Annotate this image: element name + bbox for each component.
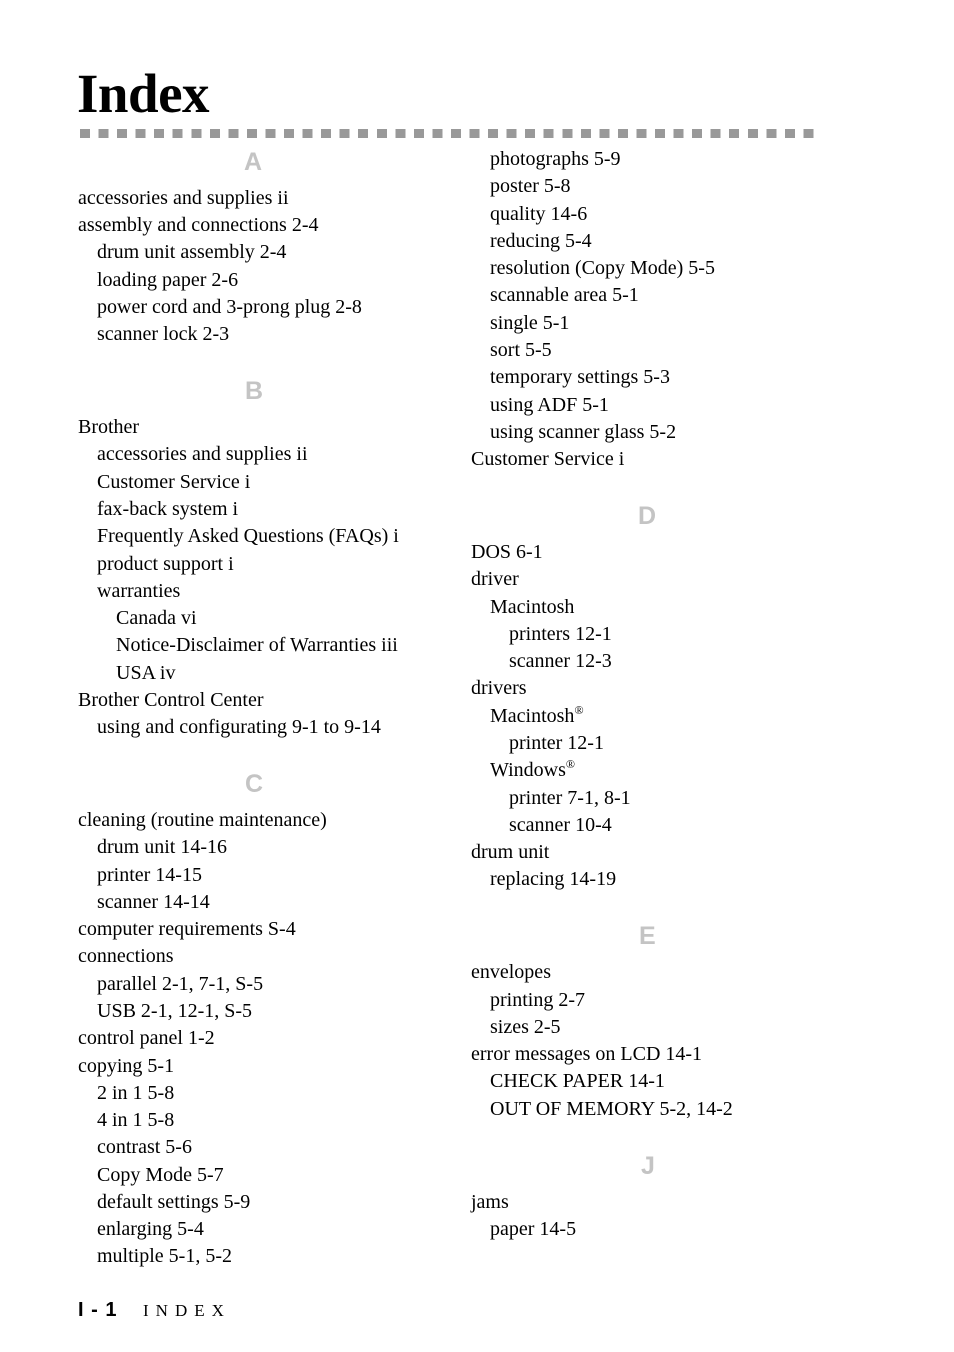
index-subsubentry: printer 7-1, 8-1 bbox=[509, 787, 631, 809]
section-letter-c: C bbox=[245, 770, 264, 798]
index-subentry: using ADF 5-1 bbox=[490, 394, 609, 416]
index-subentry: drum unit assembly 2-4 bbox=[97, 241, 287, 263]
index-subentry: Frequently Asked Questions (FAQs) i bbox=[97, 525, 399, 547]
page-number: I - 1 bbox=[78, 1299, 118, 1321]
index-subsubentry: scanner 12-3 bbox=[509, 650, 612, 672]
index-subentry: default settings 5-9 bbox=[97, 1191, 251, 1213]
index-subentry: temporary settings 5-3 bbox=[490, 366, 670, 388]
index-entry: Customer Service i bbox=[471, 448, 625, 470]
index-entry: Brother Control Center bbox=[78, 689, 264, 711]
index-subentry: using and configurating 9-1 to 9-14 bbox=[97, 716, 381, 738]
index-entry: control panel 1-2 bbox=[78, 1027, 215, 1049]
index-entry: error messages on LCD 14-1 bbox=[471, 1043, 703, 1065]
index-entry: DOS 6-1 bbox=[471, 541, 543, 563]
index-subentry: printer 14-15 bbox=[97, 864, 202, 886]
index-subentry: replacing 14-19 bbox=[490, 868, 617, 890]
index-subsubentry: Canada vi bbox=[116, 607, 197, 629]
index-subentry: OUT OF MEMORY 5-2, 14-2 bbox=[490, 1098, 733, 1120]
index-subentry: sizes 2-5 bbox=[490, 1016, 561, 1038]
index-subentry: USB 2-1, 12-1, S-5 bbox=[97, 1000, 253, 1022]
index-subentry: warranties bbox=[97, 580, 181, 602]
index-entry: assembly and connections 2-4 bbox=[78, 214, 319, 236]
index-subentry: loading paper 2-6 bbox=[97, 269, 239, 291]
index-subentry: multiple 5-1, 5-2 bbox=[97, 1245, 232, 1267]
registered-mark: ® bbox=[574, 703, 584, 717]
index-entry: jams bbox=[471, 1191, 509, 1213]
index-subentry: contrast 5-6 bbox=[97, 1136, 192, 1158]
section-letter-e: E bbox=[639, 922, 656, 950]
index-entry: copying 5-1 bbox=[78, 1055, 175, 1077]
index-subentry: Macintosh® bbox=[471, 703, 584, 730]
index-subentry: Windows® bbox=[471, 757, 575, 784]
index-entry: drum unit bbox=[471, 841, 550, 863]
index-subentry: 4 in 1 5-8 bbox=[97, 1109, 175, 1131]
index-subentry: sort 5-5 bbox=[490, 339, 552, 361]
index-subsubentry: scanner 10-4 bbox=[509, 814, 612, 836]
index-subentry: using scanner glass 5-2 bbox=[490, 421, 677, 443]
section-letter-a: A bbox=[244, 148, 263, 176]
index-entry: computer requirements S-4 bbox=[78, 918, 296, 940]
index-subentry: drum unit 14-16 bbox=[97, 836, 227, 858]
index-subentry: printing 2-7 bbox=[490, 989, 585, 1011]
index-subentry: fax-back system i bbox=[97, 498, 239, 520]
index-subentry: Copy Mode 5-7 bbox=[97, 1164, 224, 1186]
section-letter-j: J bbox=[641, 1152, 655, 1180]
index-subentry: 2 in 1 5-8 bbox=[97, 1082, 175, 1104]
index-entry: accessories and supplies ii bbox=[78, 187, 289, 209]
section-letter-b: B bbox=[245, 377, 264, 405]
index-subentry: poster 5-8 bbox=[490, 175, 571, 197]
index-subsubentry: printer 12-1 bbox=[509, 732, 604, 754]
index-subentry: accessories and supplies ii bbox=[97, 443, 308, 465]
index-subentry: product support i bbox=[97, 553, 234, 575]
index-entry: connections bbox=[78, 945, 174, 967]
index-subentry: Macintosh bbox=[490, 596, 575, 618]
index-subentry: CHECK PAPER 14-1 bbox=[490, 1070, 665, 1092]
index-entry: drivers bbox=[471, 677, 527, 699]
index-subentry: quality 14-6 bbox=[490, 203, 588, 225]
index-subentry: parallel 2-1, 7-1, S-5 bbox=[97, 973, 264, 995]
index-entry: cleaning (routine maintenance) bbox=[78, 809, 327, 831]
index-subentry-text: Macintosh bbox=[490, 705, 575, 727]
index-subentry: enlarging 5-4 bbox=[97, 1218, 204, 1240]
index-subentry: power cord and 3-prong plug 2-8 bbox=[97, 296, 362, 318]
index-subentry: single 5-1 bbox=[490, 312, 570, 334]
dashed-divider bbox=[80, 129, 822, 138]
index-subentry: paper 14-5 bbox=[490, 1218, 577, 1240]
index-subsubentry: USA iv bbox=[116, 662, 176, 684]
index-subentry: Customer Service i bbox=[97, 471, 251, 493]
index-entry: envelopes bbox=[471, 961, 551, 983]
index-subentry: scanner 14-14 bbox=[97, 891, 210, 913]
index-entry: Brother bbox=[78, 416, 140, 438]
index-subentry: reducing 5-4 bbox=[490, 230, 592, 252]
index-subentry: scannable area 5-1 bbox=[490, 284, 639, 306]
index-subentry-text: Windows bbox=[490, 759, 566, 781]
index-subentry: scanner lock 2-3 bbox=[97, 323, 230, 345]
page-title: Index bbox=[77, 63, 210, 124]
index-subentry: photographs 5-9 bbox=[490, 148, 621, 170]
footer-section-label: INDEX bbox=[143, 1301, 231, 1320]
registered-mark: ® bbox=[565, 757, 575, 771]
section-letter-d: D bbox=[638, 502, 657, 530]
index-entry: driver bbox=[471, 568, 519, 590]
index-subsubentry: Notice-Disclaimer of Warranties iii bbox=[116, 634, 398, 656]
index-subsubentry: printers 12-1 bbox=[509, 623, 612, 645]
index-subentry: resolution (Copy Mode) 5-5 bbox=[490, 257, 715, 279]
